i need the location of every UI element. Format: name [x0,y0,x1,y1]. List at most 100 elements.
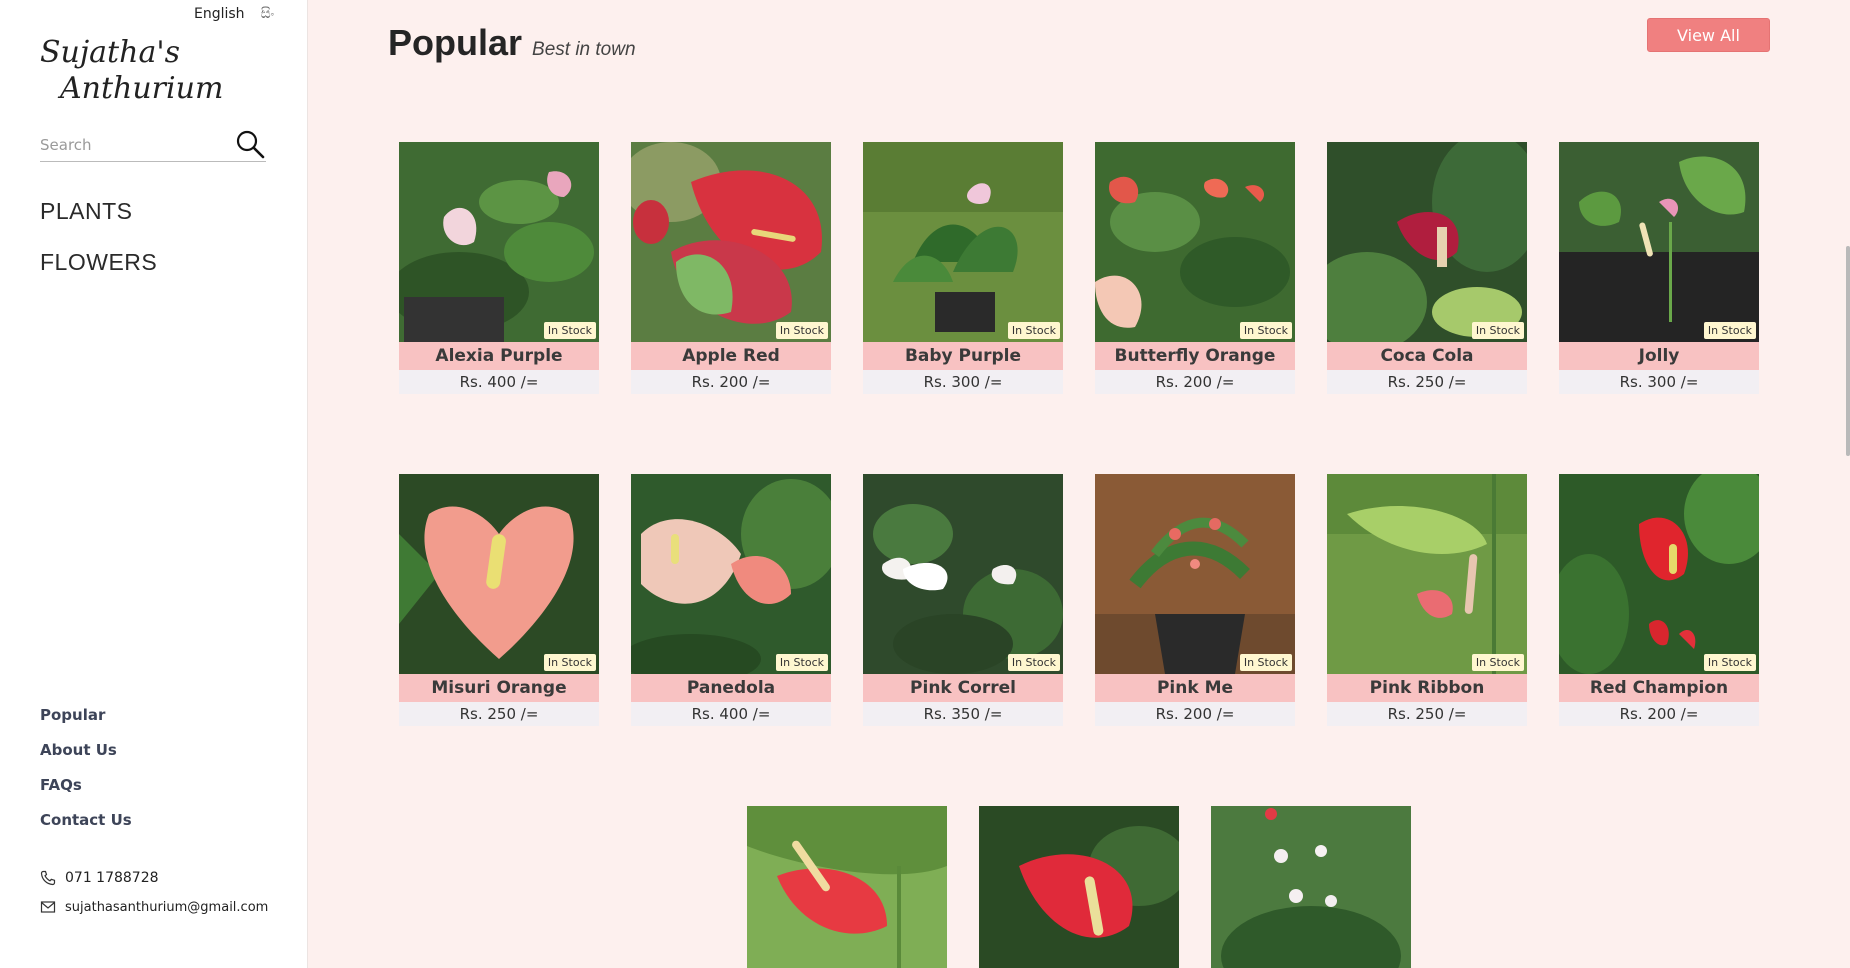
stock-badge: In Stock [1239,654,1292,671]
section-header: Popular Best in town [388,22,636,64]
phone-row[interactable]: 071 1788728 [40,870,268,886]
product-name[interactable]: Coca Cola [1327,342,1527,370]
product-name[interactable]: Pink Me [1095,674,1295,702]
email-row[interactable]: sujathasanthurium@gmail.com [40,899,268,915]
email-address: sujathasanthurium@gmail.com [65,899,269,915]
brand-line1: Sujatha's [40,35,180,70]
sidebar: English සිං Sujatha's Anthurium PLANTS F… [0,0,308,968]
product-image[interactable]: In Stock [1327,474,1527,674]
scrollbar-thumb[interactable] [1846,246,1850,456]
product-name[interactable]: Apple Red [631,342,831,370]
stock-badge: In Stock [1007,322,1060,339]
anthurium-baby-purple-photo [863,142,1063,342]
stock-badge: In Stock [543,322,596,339]
nav-flowers[interactable]: FLOWERS [40,249,157,276]
product-name[interactable]: Pink Ribbon [1327,674,1527,702]
product-card[interactable]: In Stock Coca Cola Rs. 250 /= [1327,142,1527,394]
product-price: Rs. 350 /= [863,702,1063,726]
product-price: Rs. 300 /= [863,370,1063,394]
search-icon[interactable] [234,128,266,160]
anthurium-orange-photo [1095,142,1295,342]
product-card[interactable]: In Stock Pink Correl Rs. 350 /= [863,474,1063,726]
product-image[interactable] [979,806,1179,968]
phone-icon [40,870,56,886]
product-card[interactable]: In Stock Misuri Orange Rs. 250 /= [399,474,599,726]
product-name[interactable]: Panedola [631,674,831,702]
product-name[interactable]: Jolly [1559,342,1759,370]
language-switcher: English සිං [194,6,274,22]
main-nav: PLANTS FLOWERS [40,198,157,300]
product-name[interactable]: Red Champion [1559,674,1759,702]
product-name[interactable]: Misuri Orange [399,674,599,702]
nav-plants[interactable]: PLANTS [40,198,157,225]
stock-badge: In Stock [1007,654,1060,671]
stock-badge: In Stock [775,322,828,339]
stock-badge: In Stock [543,654,596,671]
product-image[interactable]: In Stock [399,142,599,342]
product-image[interactable]: In Stock [1327,142,1527,342]
product-card[interactable]: In Stock Apple Red Rs. 200 /= [631,142,831,394]
product-card[interactable] [747,806,947,968]
product-image[interactable]: In Stock [1095,142,1295,342]
nav-contact-us[interactable]: Contact Us [40,811,132,829]
product-image[interactable]: In Stock [1559,142,1759,342]
nav-popular[interactable]: Popular [40,706,132,724]
anthurium-pink-ribbon-photo [1327,474,1527,674]
footer-nav: Popular About Us FAQs Contact Us [40,706,132,846]
product-name[interactable]: Baby Purple [863,342,1063,370]
search-box [40,128,266,162]
view-all-button[interactable]: View All [1647,18,1770,52]
product-image[interactable]: In Stock [863,142,1063,342]
page-title: Popular [388,22,523,63]
product-card[interactable]: In Stock Jolly Rs. 300 /= [1559,142,1759,394]
product-price: Rs. 300 /= [1559,370,1759,394]
main-content: Popular Best in town View All In Stock A… [308,0,1850,968]
product-card[interactable]: In Stock Alexia Purple Rs. 400 /= [399,142,599,394]
lang-sinhala[interactable]: සිං [261,6,275,22]
mail-icon [40,901,56,913]
anthurium-red-bloom-photo [979,806,1179,968]
product-image[interactable]: In Stock [1095,474,1295,674]
product-name[interactable]: Alexia Purple [399,342,599,370]
product-image[interactable]: In Stock [1559,474,1759,674]
anthurium-panedola-photo [631,474,831,674]
stock-badge: In Stock [775,654,828,671]
contact-info: 071 1788728 sujathasanthurium@gmail.com [40,870,268,928]
page-subtitle: Best in town [532,39,636,60]
product-name[interactable]: Butterfly Orange [1095,342,1295,370]
brand-logo[interactable]: Sujatha's Anthurium [38,34,228,106]
product-price: Rs. 400 /= [399,370,599,394]
product-image[interactable]: In Stock [631,142,831,342]
anthurium-red-garden-photo [747,806,947,968]
product-card[interactable]: In Stock Panedola Rs. 400 /= [631,474,831,726]
product-image[interactable]: In Stock [399,474,599,674]
product-price: Rs. 400 /= [631,702,831,726]
product-card[interactable]: In Stock Baby Purple Rs. 300 /= [863,142,1063,394]
phone-number: 071 1788728 [65,870,159,886]
product-price: Rs. 200 /= [631,370,831,394]
search-input[interactable] [40,135,220,154]
product-card[interactable]: In Stock Red Champion Rs. 200 /= [1559,474,1759,726]
anthurium-purple-photo [399,142,599,342]
product-price: Rs. 200 /= [1559,702,1759,726]
product-image[interactable] [747,806,947,968]
product-image[interactable] [1211,806,1411,968]
product-card[interactable]: In Stock Butterfly Orange Rs. 200 /= [1095,142,1295,394]
anthurium-pink-correl-photo [863,474,1063,674]
stock-badge: In Stock [1471,654,1524,671]
lang-english[interactable]: English [194,6,245,22]
anthurium-misuri-orange-photo [399,474,599,674]
product-card[interactable]: In Stock Pink Me Rs. 200 /= [1095,474,1295,726]
product-card[interactable] [1211,806,1411,968]
product-image[interactable]: In Stock [863,474,1063,674]
product-price: Rs. 250 /= [1327,370,1527,394]
product-price: Rs. 250 /= [1327,702,1527,726]
product-name[interactable]: Pink Correl [863,674,1063,702]
nav-faqs[interactable]: FAQs [40,776,132,794]
product-card[interactable]: In Stock Pink Ribbon Rs. 250 /= [1327,474,1527,726]
product-image[interactable]: In Stock [631,474,831,674]
stock-badge: In Stock [1239,322,1292,339]
product-price: Rs. 200 /= [1095,702,1295,726]
nav-about-us[interactable]: About Us [40,741,132,759]
product-card[interactable] [979,806,1179,968]
